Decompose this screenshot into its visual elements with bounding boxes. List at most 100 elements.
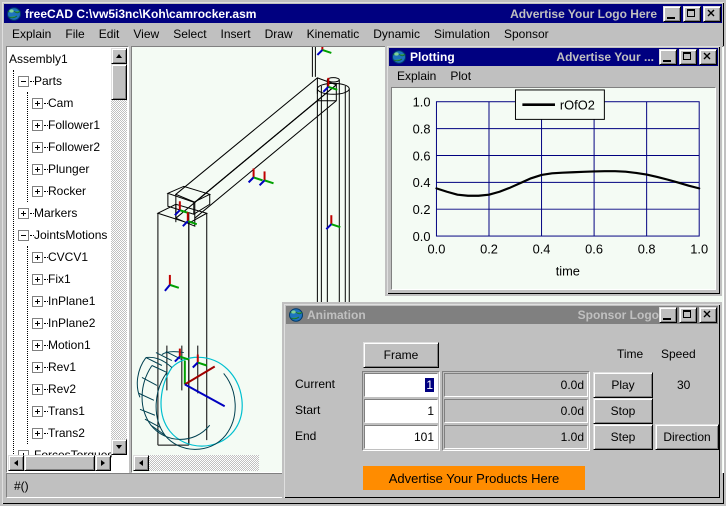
tree-item-trans1[interactable]: Trans1 xyxy=(8,400,112,422)
plot-canvas-area[interactable]: 0.0 0.2 0.4 0.6 0.8 1.0 0.0 0.2 0.4 0.6 0.8 1.0 time… xyxy=(391,87,716,290)
tree-scroll-left-button[interactable] xyxy=(8,455,24,471)
expand-icon[interactable] xyxy=(18,208,29,220)
expand-icon[interactable] xyxy=(32,428,43,440)
tree-item-assembly1[interactable]: Assembly1 xyxy=(8,48,112,70)
animation-minimize-button[interactable] xyxy=(659,307,677,323)
menu-view[interactable]: View xyxy=(126,25,166,43)
tree-scroll-right-button[interactable] xyxy=(95,455,111,471)
start-frame-input[interactable]: 1 xyxy=(364,399,438,423)
speed-header: Speed xyxy=(661,347,696,361)
frame-button[interactable]: Frame xyxy=(363,342,439,368)
plotting-maximize-button[interactable] xyxy=(679,49,697,65)
y-tick-label: 0.6 xyxy=(413,148,431,163)
step-button[interactable]: Step xyxy=(593,424,653,450)
animation-body: Frame Time Speed Current Start End 1 1 1… xyxy=(287,326,719,495)
tree-item-cvcv1[interactable]: CVCV1 xyxy=(8,246,112,268)
expand-icon[interactable] xyxy=(32,340,43,352)
plotting-minimize-button[interactable] xyxy=(659,49,677,65)
minimize-button[interactable] xyxy=(663,5,681,22)
menu-edit[interactable]: Edit xyxy=(92,25,127,43)
tree-item-parts[interactable]: Parts xyxy=(8,70,112,92)
application-window: freeCAD C:\vw5i3nc\Koh\camrocker.asm Adv… xyxy=(0,0,726,506)
menu-explain[interactable]: Explain xyxy=(5,25,58,43)
tree-item-motion1[interactable]: Motion1 xyxy=(8,334,112,356)
current-frame-input[interactable]: 1 xyxy=(364,373,438,397)
tree-scroll-thumb[interactable] xyxy=(111,64,127,100)
advertisement-banner[interactable]: Advertise Your Products Here xyxy=(363,466,585,490)
tree-item-inplane1[interactable]: InPlane1 xyxy=(8,290,112,312)
tree-item-cam[interactable]: Cam xyxy=(8,92,112,114)
tree-guide-line xyxy=(27,246,28,444)
collapse-icon[interactable] xyxy=(18,230,29,242)
expand-icon[interactable] xyxy=(32,406,43,418)
tree-scroll-up-button[interactable] xyxy=(111,48,127,64)
tree-item-label: Fix1 xyxy=(48,272,71,286)
menu-kinematic[interactable]: Kinematic xyxy=(300,25,367,43)
tree-scroll-down-button[interactable] xyxy=(111,439,127,455)
tree-item-label: Rev2 xyxy=(48,382,77,396)
model-tree[interactable]: Assembly1 Parts Cam Follower1 Follower2 Plung… xyxy=(8,48,112,458)
play-button[interactable]: Play xyxy=(593,372,653,398)
viewport-scroll-left-button[interactable] xyxy=(133,455,149,471)
tree-item-rocker[interactable]: Rocker xyxy=(8,180,112,202)
viewport-horizontal-scrollbar[interactable] xyxy=(133,455,259,471)
animation-titlebar[interactable]: Animation Sponsor Logo xyxy=(286,306,718,324)
menu-simulation[interactable]: Simulation xyxy=(427,25,497,43)
tree-item-inplane2[interactable]: InPlane2 xyxy=(8,312,112,334)
close-button[interactable] xyxy=(703,5,721,22)
plotting-titlebar[interactable]: Plotting Advertise Your ... xyxy=(389,48,718,66)
tree-item-label: InPlane1 xyxy=(48,294,96,308)
menu-select[interactable]: Select xyxy=(166,25,213,43)
expand-icon[interactable] xyxy=(32,274,43,286)
tree-item-markers[interactable]: Markers xyxy=(8,202,112,224)
x-axis-label: time xyxy=(556,263,580,278)
expand-icon[interactable] xyxy=(32,120,43,132)
plot-menu-plot[interactable]: Plot xyxy=(443,68,478,84)
stop-button[interactable]: Stop xyxy=(593,398,653,424)
plotting-window-controls xyxy=(659,49,717,65)
main-titlebar[interactable]: freeCAD C:\vw5i3nc\Koh\camrocker.asm Adv… xyxy=(4,4,722,23)
tree-vertical-scrollbar[interactable] xyxy=(111,48,127,455)
status-text: #() xyxy=(14,479,29,493)
legend-label: rOfO2 xyxy=(560,98,595,113)
animation-window: Animation Sponsor Logo Frame Time Speed … xyxy=(282,302,722,500)
plot-menu-explain[interactable]: Explain xyxy=(390,68,443,84)
plotting-menubar: Explain Plot xyxy=(390,67,717,85)
plotting-close-button[interactable] xyxy=(699,49,717,65)
expand-icon[interactable] xyxy=(32,164,43,176)
tree-item-label: Markers xyxy=(34,206,78,220)
animation-close-button[interactable] xyxy=(699,307,717,323)
direction-button[interactable]: Direction xyxy=(655,424,719,450)
maximize-button[interactable] xyxy=(683,5,701,22)
tree-hscroll-thumb[interactable] xyxy=(24,455,95,471)
animation-maximize-button[interactable] xyxy=(679,307,697,323)
tree-item-fix1[interactable]: Fix1 xyxy=(8,268,112,290)
expand-icon[interactable] xyxy=(32,318,43,330)
tree-item-label: Trans2 xyxy=(48,426,85,440)
tree-item-follower2[interactable]: Follower2 xyxy=(8,136,112,158)
expand-icon[interactable] xyxy=(32,98,43,110)
tree-horizontal-scrollbar[interactable] xyxy=(8,455,111,471)
menu-file[interactable]: File xyxy=(58,25,91,43)
menu-draw[interactable]: Draw xyxy=(258,25,300,43)
tree-item-follower1[interactable]: Follower1 xyxy=(8,114,112,136)
expand-icon[interactable] xyxy=(32,362,43,374)
expand-icon[interactable] xyxy=(32,384,43,396)
expand-icon[interactable] xyxy=(32,186,43,198)
end-frame-input[interactable]: 101 xyxy=(364,425,438,449)
menu-sponsor[interactable]: Sponsor xyxy=(497,25,556,43)
app-globe-icon xyxy=(288,308,304,322)
tree-item-plunger[interactable]: Plunger xyxy=(8,158,112,180)
collapse-icon[interactable] xyxy=(18,76,29,88)
x-tick-label: 0.6 xyxy=(585,242,603,257)
expand-icon[interactable] xyxy=(32,142,43,154)
tree-item-jointsmotions[interactable]: JointsMotions xyxy=(8,224,112,246)
expand-icon[interactable] xyxy=(32,296,43,308)
expand-icon[interactable] xyxy=(32,252,43,264)
menu-insert[interactable]: Insert xyxy=(214,25,258,43)
animation-titlebar-ad: Sponsor Logo xyxy=(577,308,659,322)
menu-dynamic[interactable]: Dynamic xyxy=(366,25,427,43)
tree-item-rev2[interactable]: Rev2 xyxy=(8,378,112,400)
tree-item-rev1[interactable]: Rev1 xyxy=(8,356,112,378)
tree-item-trans2[interactable]: Trans2 xyxy=(8,422,112,444)
